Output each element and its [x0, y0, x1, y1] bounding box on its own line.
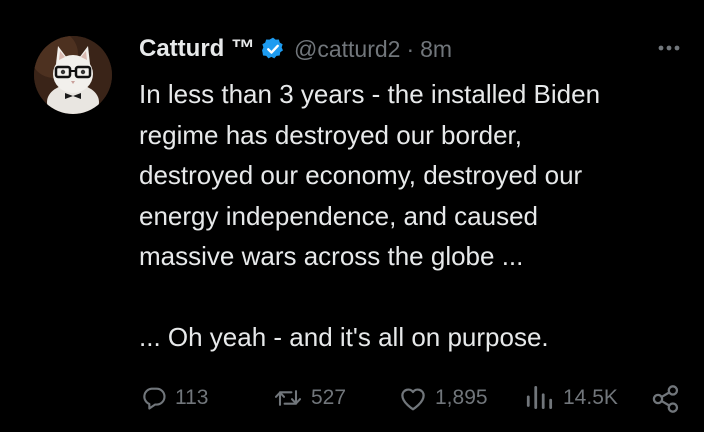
tweet-actions-bar: 113 527 1,895 14.5K: [0, 380, 704, 416]
repost-count: 527: [311, 386, 347, 409]
tweet-text-line: regime has destroyed our border,: [139, 119, 522, 150]
reply-button[interactable]: 113: [140, 380, 208, 416]
tweet-text-line: In less than 3 years - the installed Bid…: [139, 79, 601, 109]
author-name[interactable]: Catturd ™: [139, 35, 255, 63]
avatar[interactable]: [34, 36, 112, 114]
tweet-text-line: destroyed our economy, destroyed our: [139, 160, 583, 190]
tweet-text-line: massive wars across the globe ...: [139, 241, 524, 271]
views-button[interactable]: 14.5K: [524, 380, 618, 416]
header-separator: ·: [406, 35, 415, 62]
reply-count: 113: [175, 386, 209, 409]
share-icon[interactable]: [650, 384, 682, 419]
like-count: 1,895: [435, 386, 488, 409]
views-count: 14.5K: [563, 386, 618, 409]
repost-icon: [272, 384, 304, 412]
tweet-timestamp[interactable]: 8m: [420, 36, 452, 63]
tweet-text: In less than 3 years - the installed Bid…: [139, 74, 691, 358]
like-button[interactable]: 1,895: [398, 380, 488, 416]
tweet-text-line: ... Oh yeah - and it's all on purpose.: [139, 322, 549, 352]
views-icon: [524, 384, 556, 412]
author-handle[interactable]: @catturd2: [294, 36, 400, 63]
repost-button[interactable]: 527: [272, 380, 346, 416]
heart-icon: [398, 384, 428, 412]
tweet-header: Catturd ™ @catturd2 · 8m: [139, 30, 684, 68]
tweet-text-line: energy independence, and caused: [139, 200, 538, 231]
more-icon[interactable]: [654, 36, 684, 60]
verified-badge-icon[interactable]: [260, 36, 286, 62]
reply-icon: [140, 384, 168, 412]
